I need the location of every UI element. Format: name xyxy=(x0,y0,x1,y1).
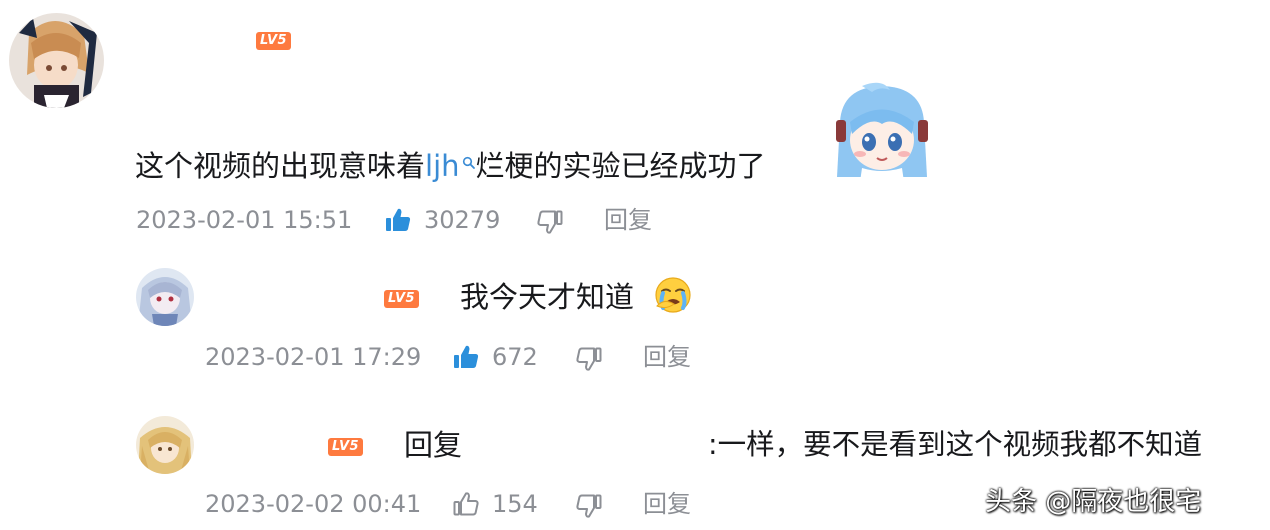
keyword-link[interactable]: ljh xyxy=(425,149,476,183)
like-icon[interactable] xyxy=(452,343,480,371)
comment-text-before: 这个视频的出现意味着 xyxy=(135,149,426,183)
keyword-text: ljh xyxy=(425,149,460,183)
reply-button[interactable]: 回复 xyxy=(604,205,652,235)
level-badge: LV5 xyxy=(384,290,420,308)
timestamp: 2023-02-01 15:51 xyxy=(136,206,353,234)
avatar[interactable] xyxy=(136,416,194,474)
comment-text: 这个视频的出现意味着ljh 烂梗的实验已经成功了 xyxy=(135,146,766,186)
like-count: 154 xyxy=(492,490,538,518)
watermark: 头条 @隔夜也很宅 xyxy=(985,487,1202,517)
avatar[interactable] xyxy=(9,13,104,108)
avatar[interactable] xyxy=(136,268,194,326)
search-icon xyxy=(462,156,475,169)
like-count: 30279 xyxy=(424,206,501,234)
dislike-icon[interactable] xyxy=(575,345,603,373)
dislike-icon[interactable] xyxy=(536,208,564,236)
crying-emoji-icon xyxy=(654,276,692,314)
level-badge: LV5 xyxy=(328,438,364,456)
dislike-icon[interactable] xyxy=(575,492,603,520)
timestamp: 2023-02-02 00:41 xyxy=(205,490,422,518)
timestamp: 2023-02-01 17:29 xyxy=(205,343,422,371)
like-count: 672 xyxy=(492,343,538,371)
reply-button[interactable]: 回复 xyxy=(643,489,691,519)
reply-prefix[interactable]: 回复 xyxy=(404,425,462,465)
comment-text: 我今天才知道 xyxy=(460,280,635,314)
comment-text-after: 烂梗的实验已经成功了 xyxy=(475,149,766,183)
reply-button[interactable]: 回复 xyxy=(643,342,691,372)
level-badge: LV5 xyxy=(256,32,292,50)
comment-text: :一样，要不是看到这个视频我都不知道 xyxy=(708,428,1203,461)
like-icon[interactable] xyxy=(452,490,480,518)
sticker-icon xyxy=(832,82,932,182)
like-icon[interactable] xyxy=(384,206,412,234)
